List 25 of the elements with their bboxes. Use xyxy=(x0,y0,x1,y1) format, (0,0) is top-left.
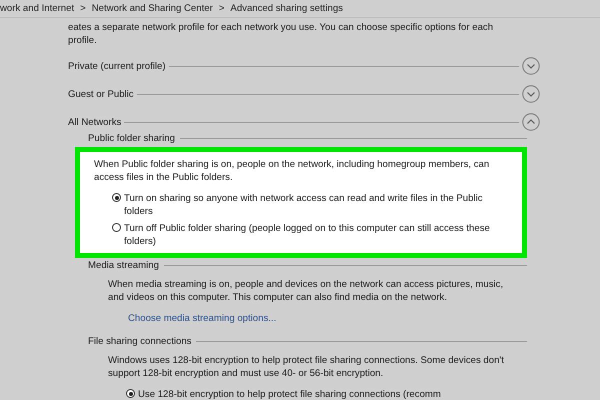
section-description: When media streaming is on, people and devices on the network can access pictures, music, and videos on this computer. This computer can also find media on the network. xyxy=(108,278,504,304)
breadcrumb-link[interactable]: Network and Sharing Center xyxy=(92,3,213,14)
radio-label[interactable]: Turn off Public folder sharing (people logged on to this computer can still access these folders) xyxy=(124,222,494,248)
breadcrumb-link[interactable]: Advanced sharing settings xyxy=(230,3,343,14)
intro-text: eates a separate network profile for each network you use. You can choose specific options for each profile. xyxy=(68,21,494,47)
expand-toggle-icon[interactable] xyxy=(522,113,540,131)
radio-label[interactable]: Turn on sharing so anyone with network access can read and write files in the Public folders xyxy=(124,192,494,218)
radio-button[interactable] xyxy=(112,223,121,232)
breadcrumb-separator: > xyxy=(80,3,86,14)
radio-button[interactable] xyxy=(112,193,121,202)
profile-heading: Private (current profile) xyxy=(68,60,166,72)
section-heading: File sharing connections xyxy=(88,336,192,346)
profile-heading: All Networks xyxy=(68,116,122,128)
profile-heading: Guest or Public xyxy=(68,88,134,100)
section-heading: Media streaming xyxy=(88,260,159,270)
section-description: Windows uses 128-bit encryption to help protect file sharing connections. Some devices don't support 128-bit encryption and must use 40- or 56-bit encryption. xyxy=(108,354,505,380)
media-streaming-options-link[interactable]: Choose media streaming options... xyxy=(128,313,527,324)
expand-toggle-icon[interactable] xyxy=(522,57,540,75)
radio-label[interactable]: Use 128-bit encryption to help protect file sharing connections (recomm xyxy=(138,388,441,400)
breadcrumb-link[interactable]: work and Internet xyxy=(0,3,74,14)
radio-button[interactable] xyxy=(126,389,135,398)
breadcrumb-separator: > xyxy=(218,3,224,14)
expand-toggle-icon[interactable] xyxy=(522,85,540,103)
section-description: When Public folder sharing is on, people on the network, including homegroup members, can access files in the Public folders. xyxy=(94,158,490,184)
section-heading: Public folder sharing xyxy=(88,132,175,144)
